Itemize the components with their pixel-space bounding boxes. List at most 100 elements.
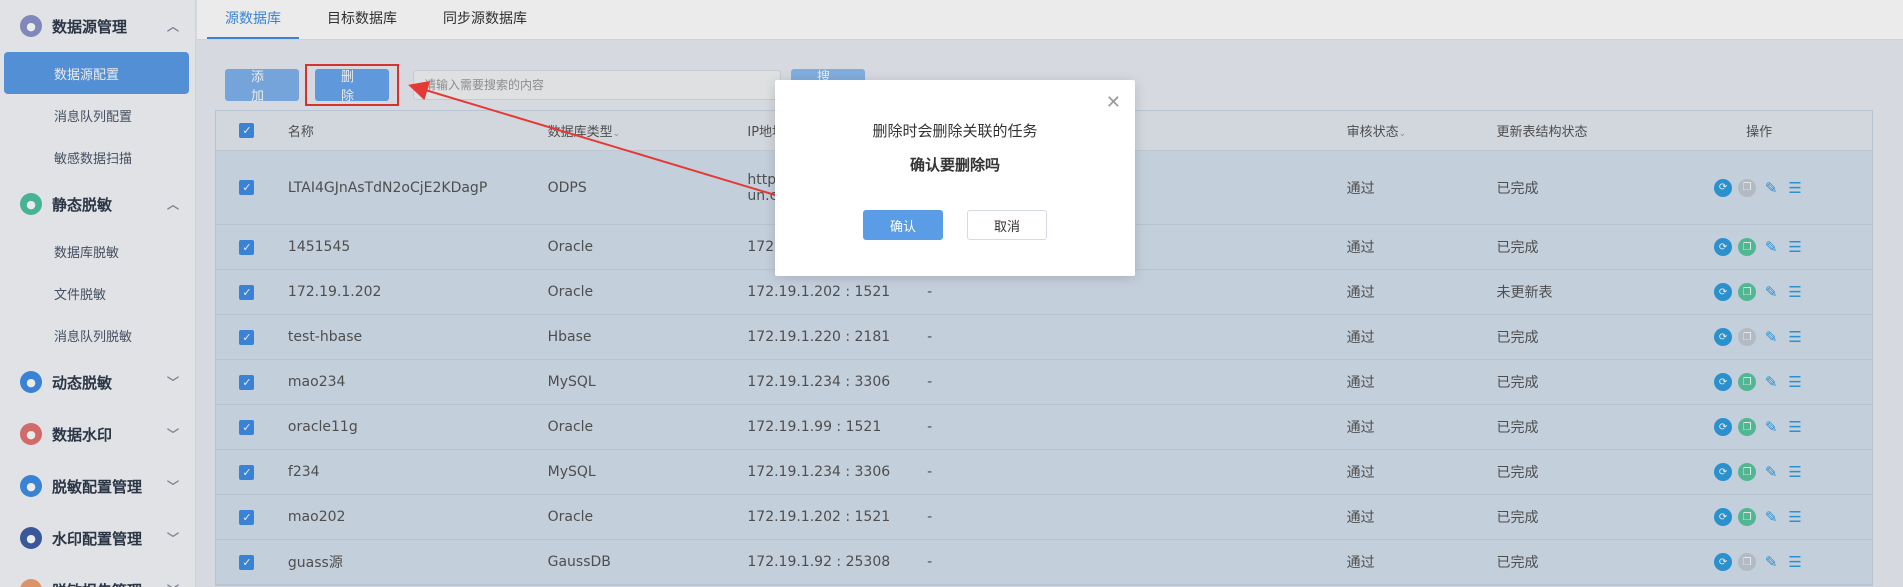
copy-icon[interactable]: ❐ bbox=[1738, 553, 1757, 571]
refresh-icon[interactable]: ⟳ bbox=[1714, 463, 1733, 481]
sidebar-item[interactable]: 文件脱敏 bbox=[0, 272, 195, 314]
copy-icon[interactable]: ❐ bbox=[1738, 328, 1757, 346]
row-name: f234 bbox=[287, 464, 320, 480]
sidebar-group-5[interactable]: ● 水印配置管理 ﹀ bbox=[0, 512, 195, 564]
edit-icon[interactable]: ✎ bbox=[1762, 328, 1780, 346]
tab-2[interactable]: 同步源数据库 bbox=[425, 0, 545, 39]
row-checkbox[interactable]: ✓ bbox=[239, 509, 255, 525]
table-row[interactable]: ✓ mao202 Oracle 172.19.1.202 : 1521 - 通过 已完成 ⟳ ❐… bbox=[216, 495, 1872, 540]
edit-icon[interactable]: ✎ bbox=[1762, 553, 1780, 571]
sidebar-group-6[interactable]: ● 脱敏报告管理 ﹀ bbox=[0, 564, 195, 587]
refresh-icon[interactable]: ⟳ bbox=[1714, 553, 1733, 571]
copy-icon[interactable]: ❐ bbox=[1738, 508, 1757, 526]
delete-highlight-box: 删除 bbox=[305, 64, 399, 106]
sidebar-group-0[interactable]: ● 数据源管理 ︿ bbox=[0, 0, 195, 52]
row-audit: 通过 bbox=[1346, 510, 1375, 526]
close-icon[interactable]: ✕ bbox=[1106, 92, 1121, 113]
table-row[interactable]: ✓ 172.19.1.202 Oracle 172.19.1.202 : 1521 - 通… bbox=[216, 270, 1872, 315]
tab-1[interactable]: 目标数据库 bbox=[309, 0, 415, 39]
sidebar-item[interactable]: 消息队列配置 bbox=[0, 94, 195, 136]
refresh-icon[interactable]: ⟳ bbox=[1714, 373, 1733, 391]
row-ip-cell: 172.19.1.220 : 2181 bbox=[727, 329, 927, 345]
refresh-icon[interactable]: ⟳ bbox=[1714, 418, 1733, 436]
sidebar-item[interactable]: 消息队列脱敏 bbox=[0, 314, 195, 356]
add-button[interactable]: 添加 bbox=[225, 69, 299, 104]
edit-icon[interactable]: ✎ bbox=[1762, 283, 1780, 301]
edit-icon[interactable]: ✎ bbox=[1762, 418, 1780, 436]
row-audit: 通过 bbox=[1346, 330, 1375, 346]
row-checkbox[interactable]: ✓ bbox=[239, 419, 255, 435]
header-type[interactable]: 数据库类型⌄ bbox=[528, 121, 728, 140]
refresh-icon[interactable]: ⟳ bbox=[1714, 328, 1733, 346]
sidebar-group-2[interactable]: ● 动态脱敏 ﹀ bbox=[0, 356, 195, 408]
edit-icon[interactable]: ✎ bbox=[1762, 179, 1780, 197]
list-icon[interactable]: ☰ bbox=[1786, 283, 1804, 301]
list-icon[interactable]: ☰ bbox=[1786, 179, 1804, 197]
edit-icon[interactable]: ✎ bbox=[1762, 373, 1780, 391]
delete-button[interactable]: 删除 bbox=[315, 69, 389, 104]
dialog-question: 确认要删除吗 bbox=[909, 156, 1000, 174]
copy-icon[interactable]: ❐ bbox=[1738, 463, 1757, 481]
refresh-icon[interactable]: ⟳ bbox=[1714, 178, 1733, 197]
sidebar-group-4[interactable]: ● 脱敏配置管理 ﹀ bbox=[0, 460, 195, 512]
row-ip: 172.19.1.234 : 3306 bbox=[747, 464, 891, 480]
copy-icon[interactable]: ❐ bbox=[1738, 418, 1757, 436]
edit-icon[interactable]: ✎ bbox=[1762, 238, 1780, 256]
chevron-down-icon: ﹀ bbox=[166, 531, 179, 546]
chevron-down-icon: ﹀ bbox=[167, 582, 179, 587]
row-checkbox-cell: ✓ bbox=[216, 419, 278, 435]
list-icon[interactable]: ☰ bbox=[1786, 508, 1804, 526]
table-row[interactable]: ✓ oracle11g Oracle 172.19.1.99 : 1521 - 通过 已完成… bbox=[216, 405, 1872, 450]
confirm-button[interactable]: 确认 bbox=[863, 210, 943, 240]
row-checkbox[interactable]: ✓ bbox=[239, 329, 255, 345]
row-checkbox-cell: ✓ bbox=[216, 239, 278, 255]
row-ops: ⟳ ❐ ✎ ☰ bbox=[1646, 463, 1872, 481]
sidebar-item[interactable]: 敏感数据扫描 bbox=[0, 136, 195, 178]
row-type: Oracle bbox=[547, 239, 594, 255]
row-checkbox[interactable]: ✓ bbox=[239, 464, 255, 480]
row-checkbox[interactable]: ✓ bbox=[239, 284, 255, 300]
table-row[interactable]: ✓ guass源 GaussDB 172.19.1.92 : 25308 - 通过 已完成 ⟳… bbox=[216, 540, 1872, 585]
list-icon[interactable]: ☰ bbox=[1786, 373, 1804, 391]
sidebar-group-1[interactable]: ● 静态脱敏 ︿ bbox=[0, 178, 195, 230]
sidebar-group-3[interactable]: ● 数据水印 ﹀ bbox=[0, 408, 195, 460]
refresh-icon[interactable]: ⟳ bbox=[1714, 238, 1733, 256]
row-name: guass源 bbox=[287, 555, 343, 571]
list-icon[interactable]: ☰ bbox=[1786, 238, 1804, 256]
row-desc: - bbox=[927, 509, 933, 525]
watermark-icon: ● bbox=[20, 423, 42, 445]
header-audit[interactable]: 审核状态⌄ bbox=[1327, 121, 1477, 140]
cancel-button[interactable]: 取消 bbox=[967, 210, 1047, 240]
row-checkbox[interactable]: ✓ bbox=[239, 554, 255, 570]
sidebar-item[interactable]: 数据库脱敏 bbox=[0, 230, 195, 272]
list-icon[interactable]: ☰ bbox=[1786, 418, 1804, 436]
select-all-checkbox[interactable]: ✓ bbox=[239, 123, 255, 138]
tab-0[interactable]: 源数据库 bbox=[207, 0, 299, 39]
copy-icon[interactable]: ❐ bbox=[1738, 373, 1757, 391]
row-desc: - bbox=[927, 374, 933, 390]
search-input[interactable]: 请输入需要搜索的内容 bbox=[413, 70, 781, 100]
list-icon[interactable]: ☰ bbox=[1786, 463, 1804, 481]
sidebar-item[interactable]: 数据源配置 bbox=[4, 52, 189, 94]
copy-icon[interactable]: ❐ bbox=[1738, 238, 1757, 256]
table-row[interactable]: ✓ mao234 MySQL 172.19.1.234 : 3306 - 通过 已完成 ⟳ ❐ ✎… bbox=[216, 360, 1872, 405]
copy-icon[interactable]: ❐ bbox=[1738, 283, 1757, 301]
copy-icon[interactable]: ❐ bbox=[1738, 178, 1757, 197]
row-ip: 172.19.1.202 : 1521 bbox=[747, 509, 891, 525]
row-type: Oracle bbox=[547, 509, 594, 525]
row-desc: - bbox=[927, 284, 933, 300]
row-type: MySQL bbox=[547, 464, 596, 480]
edit-icon[interactable]: ✎ bbox=[1762, 463, 1780, 481]
list-icon[interactable]: ☰ bbox=[1786, 553, 1804, 571]
edit-icon[interactable]: ✎ bbox=[1762, 508, 1780, 526]
table-row[interactable]: ✓ test-hbase Hbase 172.19.1.220 : 2181 - 通过 已完… bbox=[216, 315, 1872, 360]
row-checkbox[interactable]: ✓ bbox=[239, 239, 255, 255]
row-type: ODPS bbox=[547, 179, 587, 196]
row-checkbox[interactable]: ✓ bbox=[239, 374, 255, 390]
row-checkbox[interactable]: ✓ bbox=[239, 180, 255, 195]
refresh-icon[interactable]: ⟳ bbox=[1714, 508, 1733, 526]
sort-icon: ⌄ bbox=[1398, 129, 1407, 139]
refresh-icon[interactable]: ⟳ bbox=[1714, 283, 1733, 301]
list-icon[interactable]: ☰ bbox=[1786, 328, 1804, 346]
table-row[interactable]: ✓ f234 MySQL 172.19.1.234 : 3306 - 通过 已完成 ⟳ ❐ ✎ ☰ bbox=[216, 450, 1872, 495]
